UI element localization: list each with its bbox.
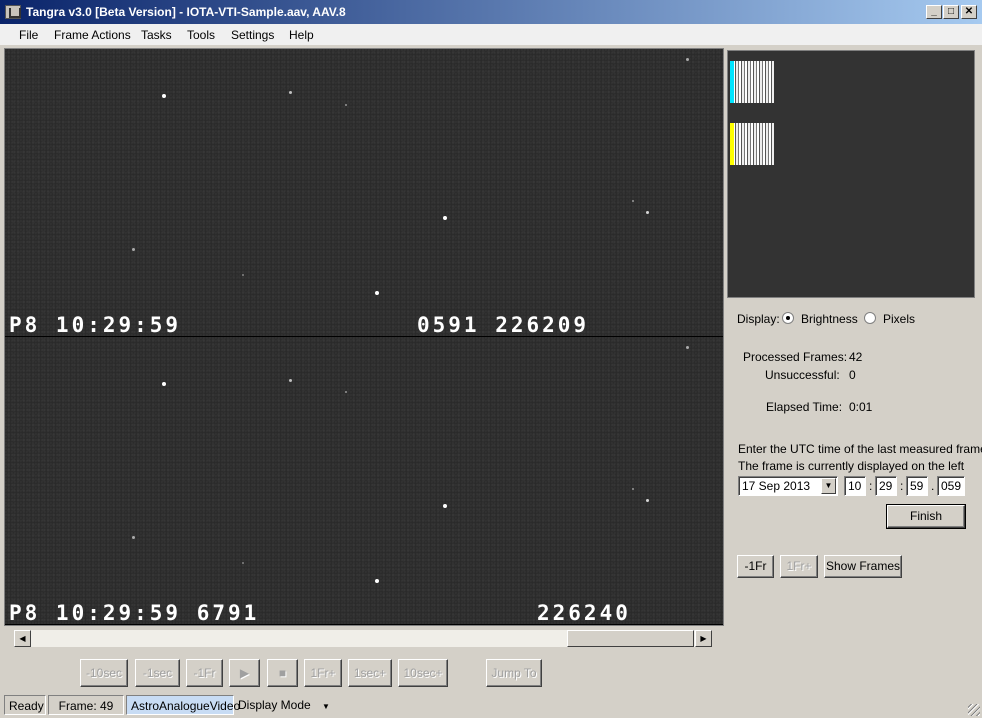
star: [686, 346, 689, 349]
star: [375, 579, 379, 583]
star: [345, 391, 347, 393]
star: [375, 291, 379, 295]
star: [632, 200, 634, 202]
star: [162, 382, 166, 386]
pixels-radio[interactable]: [864, 312, 876, 324]
close-button[interactable]: ✕: [961, 5, 977, 19]
window-title: Tangra v3.0 [Beta Version] - IOTA-VTI-Sa…: [26, 5, 346, 19]
millisecond-field[interactable]: 059: [937, 476, 965, 496]
video-frame[interactable]: P8 10:29:59 0591 226209 P8 10:29:59 6791…: [4, 48, 724, 626]
brightness-radio[interactable]: [782, 312, 794, 324]
star: [162, 94, 166, 98]
osd-frame-counter-top: 0591 226209: [417, 313, 590, 337]
star: [632, 488, 634, 490]
status-state: Ready: [4, 695, 46, 715]
osd-timestamp-top: P8 10:29:59: [9, 313, 182, 337]
scroll-right-arrow-icon[interactable]: ▶: [695, 630, 712, 647]
resize-grip-icon[interactable]: [968, 704, 980, 716]
back-1frame-button[interactable]: -1Fr: [186, 659, 223, 687]
play-icon: ▶: [239, 666, 250, 680]
status-bar: Ready Frame: 49 AstroAnalogueVideo Displ…: [0, 694, 982, 718]
menu-settings[interactable]: Settings: [231, 28, 274, 42]
unsuccessful-value: 0: [849, 368, 856, 382]
menu-tools[interactable]: Tools: [187, 28, 215, 42]
date-picker[interactable]: 17 Sep 2013 ▼: [738, 476, 838, 496]
ms-separator: .: [931, 479, 935, 493]
menu-help[interactable]: Help: [289, 28, 314, 42]
back-10sec-button[interactable]: -10sec: [80, 659, 128, 687]
forward-1sec-button[interactable]: 1sec+: [348, 659, 392, 687]
title-bar: Tangra v3.0 [Beta Version] - IOTA-VTI-Sa…: [0, 0, 982, 24]
display-mode-dropdown[interactable]: Display Mode ▼: [238, 698, 330, 712]
hour-field[interactable]: 10: [844, 476, 866, 496]
menu-tasks[interactable]: Tasks: [141, 28, 172, 42]
forward-1frame-button[interactable]: 1Fr+: [304, 659, 342, 687]
forward-10sec-button[interactable]: 10sec+: [398, 659, 448, 687]
back-1sec-button[interactable]: -1sec: [135, 659, 180, 687]
status-frame-number: Frame: 49: [48, 695, 124, 715]
next-frame-button[interactable]: 1Fr+: [780, 555, 818, 578]
display-mode-label: Display Mode: [238, 698, 311, 712]
elapsed-time-label: Elapsed Time:: [766, 400, 843, 414]
menu-file[interactable]: File: [19, 28, 38, 42]
finish-button[interactable]: Finish: [886, 504, 966, 529]
star: [132, 536, 135, 539]
osd-frame-counter-bottom: 226240: [537, 601, 631, 625]
stop-icon: ■: [278, 666, 287, 680]
stop-button[interactable]: ■: [267, 659, 298, 687]
second-field[interactable]: 59: [906, 476, 928, 496]
measurement-preview-panel: [727, 50, 975, 298]
cyan-marker: [730, 61, 734, 103]
star: [686, 58, 689, 61]
scroll-left-arrow-icon[interactable]: ◀: [14, 630, 31, 647]
star: [289, 379, 292, 382]
elapsed-time-value: 0:01: [849, 400, 873, 414]
star: [646, 211, 649, 214]
play-button[interactable]: ▶: [229, 659, 260, 687]
time-separator: :: [869, 479, 873, 493]
processed-frames-value: 42: [849, 350, 863, 364]
jump-to-button[interactable]: Jump To: [486, 659, 542, 687]
maximize-button[interactable]: □: [943, 5, 959, 19]
date-value: 17 Sep 2013: [742, 479, 811, 493]
brightness-strip-cyan: [730, 61, 774, 103]
frame-scrollbar[interactable]: ◀ ▶: [14, 630, 712, 647]
pixels-radio-label[interactable]: Pixels: [883, 312, 915, 326]
show-frames-button[interactable]: Show Frames: [824, 555, 902, 578]
menu-bar: File Frame Actions Tasks Tools Settings …: [0, 24, 982, 46]
star: [443, 504, 447, 508]
time-separator: :: [900, 479, 904, 493]
scroll-thumb[interactable]: [567, 630, 694, 647]
osd-timestamp-bottom: P8 10:29:59 6791: [9, 601, 260, 625]
processed-frames-label: Processed Frames:: [743, 350, 848, 364]
unsuccessful-label: Unsuccessful:: [765, 368, 840, 382]
star: [443, 216, 447, 220]
previous-frame-button[interactable]: -1Fr: [737, 555, 774, 578]
star: [242, 274, 244, 276]
video-field-bottom: P8 10:29:59 6791 226240: [5, 337, 723, 625]
star: [289, 91, 292, 94]
utc-hint: The frame is currently displayed on the …: [738, 459, 965, 473]
star: [132, 248, 135, 251]
video-field-top: P8 10:29:59 0591 226209: [5, 49, 723, 337]
utc-prompt: Enter the UTC time of the last measured …: [738, 442, 982, 456]
chevron-down-icon[interactable]: ▼: [821, 478, 836, 494]
dropdown-arrow-icon: ▼: [322, 702, 330, 711]
star: [242, 562, 244, 564]
star: [646, 499, 649, 502]
brightness-strip-yellow: [730, 123, 774, 165]
menu-frame-actions[interactable]: Frame Actions: [54, 28, 131, 42]
minimize-button[interactable]: _: [926, 5, 942, 19]
brightness-radio-label[interactable]: Brightness: [801, 312, 858, 326]
display-label: Display:: [737, 312, 780, 326]
yellow-marker: [730, 123, 734, 165]
status-engine: AstroAnalogueVideo: [126, 695, 240, 715]
minute-field[interactable]: 29: [875, 476, 897, 496]
tangra-app-icon[interactable]: [5, 5, 21, 19]
star: [345, 104, 347, 106]
